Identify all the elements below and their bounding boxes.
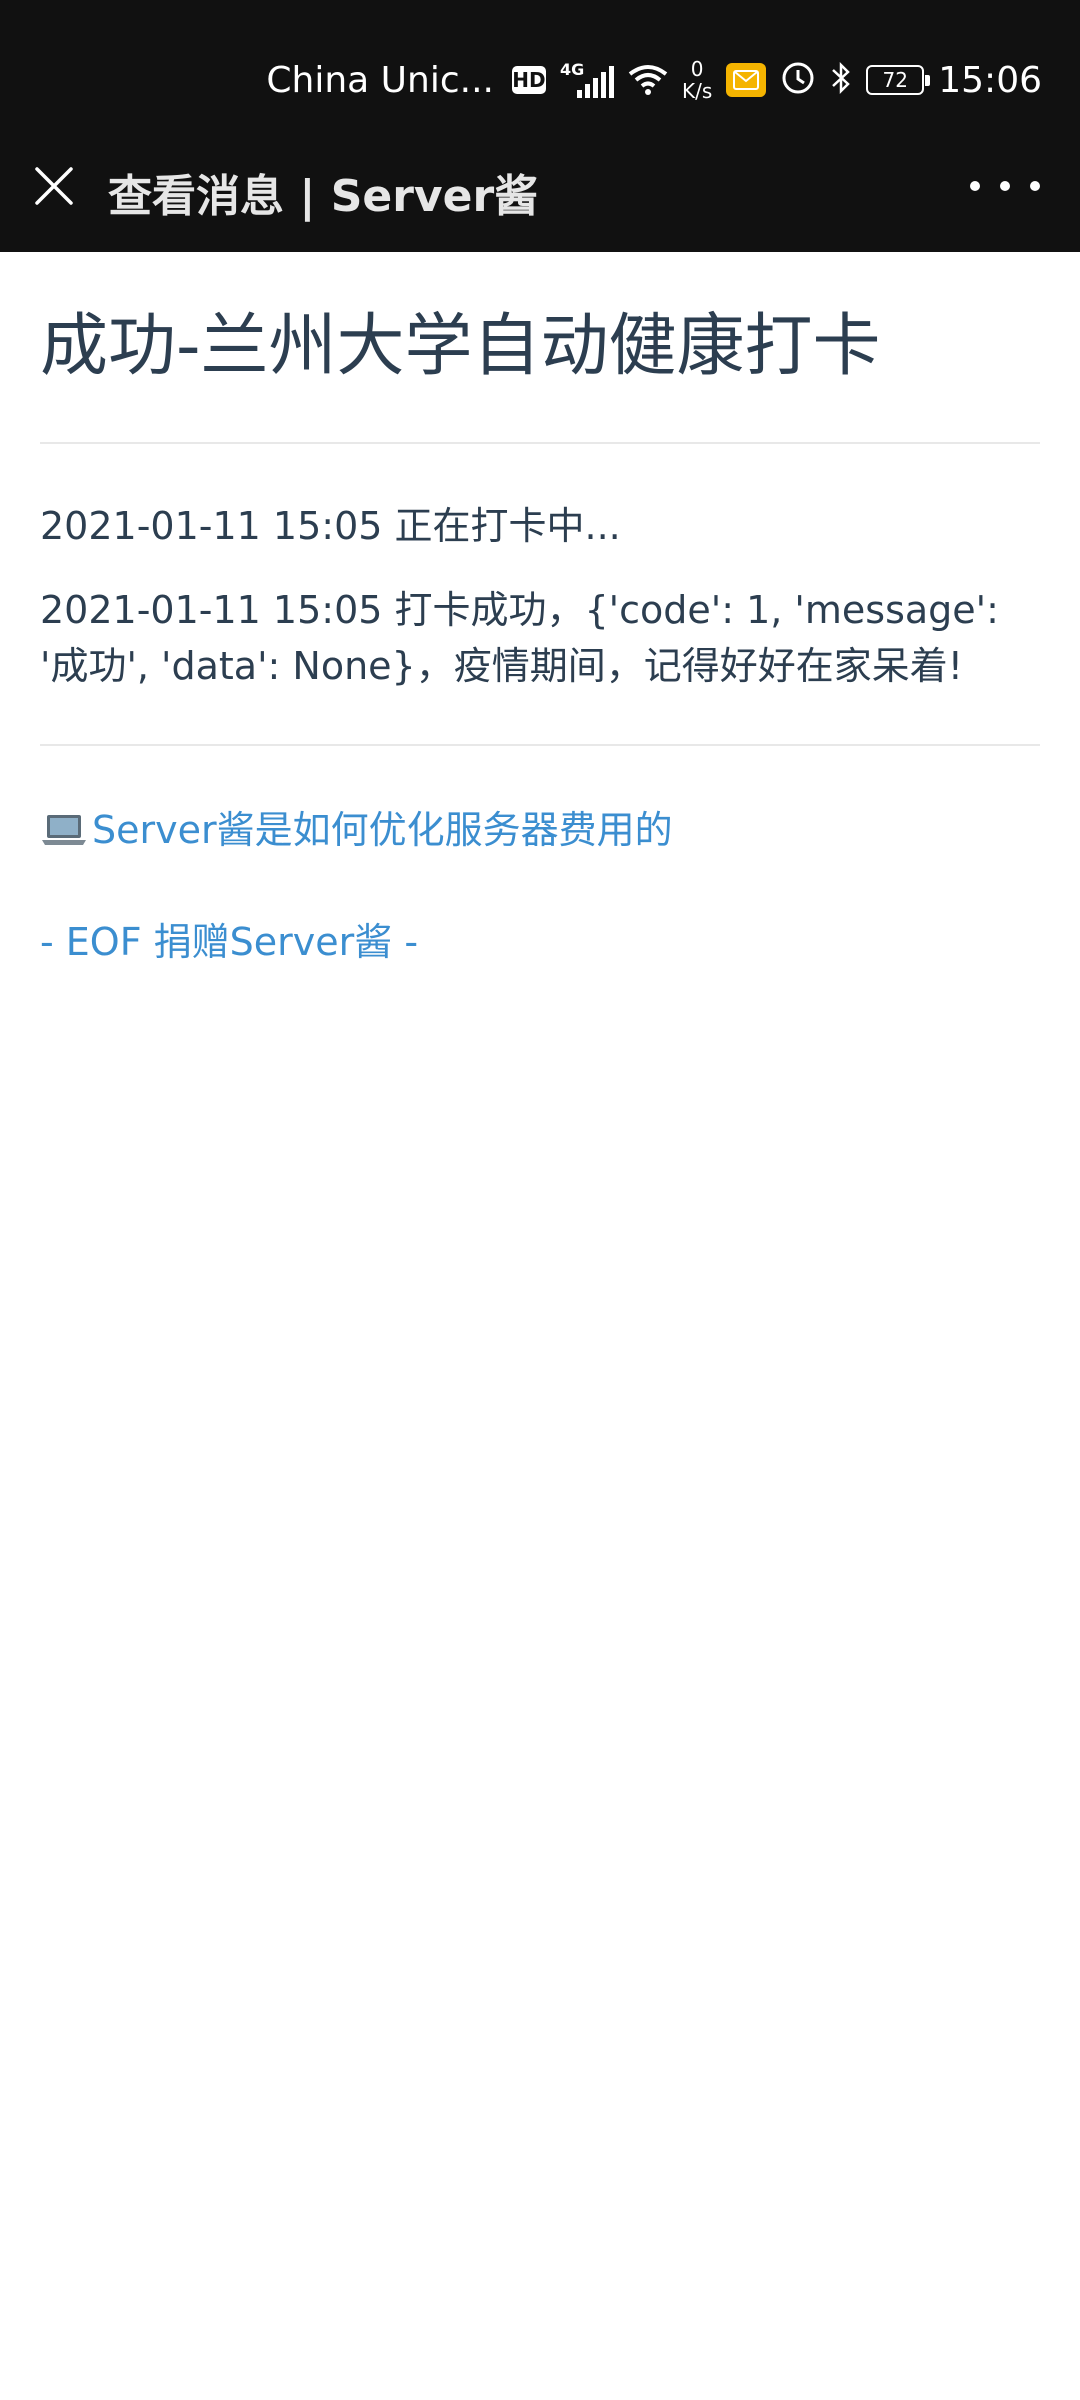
article-link[interactable]: Server酱是如何优化服务器费用的 — [40, 802, 1040, 858]
bluetooth-icon — [830, 60, 852, 100]
more-button[interactable] — [970, 160, 1040, 212]
carrier-name: China Unic... — [266, 59, 494, 101]
alarm-icon — [780, 60, 816, 100]
close-icon — [35, 167, 73, 205]
close-button[interactable] — [26, 158, 82, 214]
hd-icon: HD — [511, 66, 546, 94]
article-link-text[interactable]: Server酱是如何优化服务器费用的 — [92, 802, 673, 858]
signal-icon: 4G — [560, 60, 614, 100]
divider — [40, 442, 1040, 444]
navigation-bar: 查看消息 | Server酱 — [0, 120, 1080, 252]
donate-link[interactable]: - EOF 捐赠Server酱 - — [40, 914, 1040, 970]
page-title: 查看消息 | Server酱 — [108, 171, 539, 222]
speed-unit: K/s — [681, 79, 713, 103]
message-content: 成功-兰州大学自动健康打卡 2021-01-11 15:05 正在打卡中... … — [40, 252, 1040, 970]
wifi-icon — [628, 64, 668, 96]
battery-icon: 72 — [866, 65, 931, 95]
status-indicators: China Unic... HD 4G 0 K/s 72 15:06 — [266, 50, 1042, 110]
message-title: 成功-兰州大学自动健康打卡 — [40, 307, 881, 386]
speed-value: 0 — [690, 57, 704, 81]
divider — [40, 744, 1040, 746]
more-icon — [970, 181, 1040, 191]
message-line: 2021-01-11 15:05 打卡成功，{'code': 1, 'messa… — [40, 588, 999, 688]
message-line: 2021-01-11 15:05 正在打卡中... — [40, 504, 621, 548]
laptop-icon — [40, 812, 88, 848]
status-time: 15:06 — [938, 59, 1042, 101]
network-speed: 0 K/s — [682, 58, 712, 102]
mail-icon — [726, 63, 767, 97]
